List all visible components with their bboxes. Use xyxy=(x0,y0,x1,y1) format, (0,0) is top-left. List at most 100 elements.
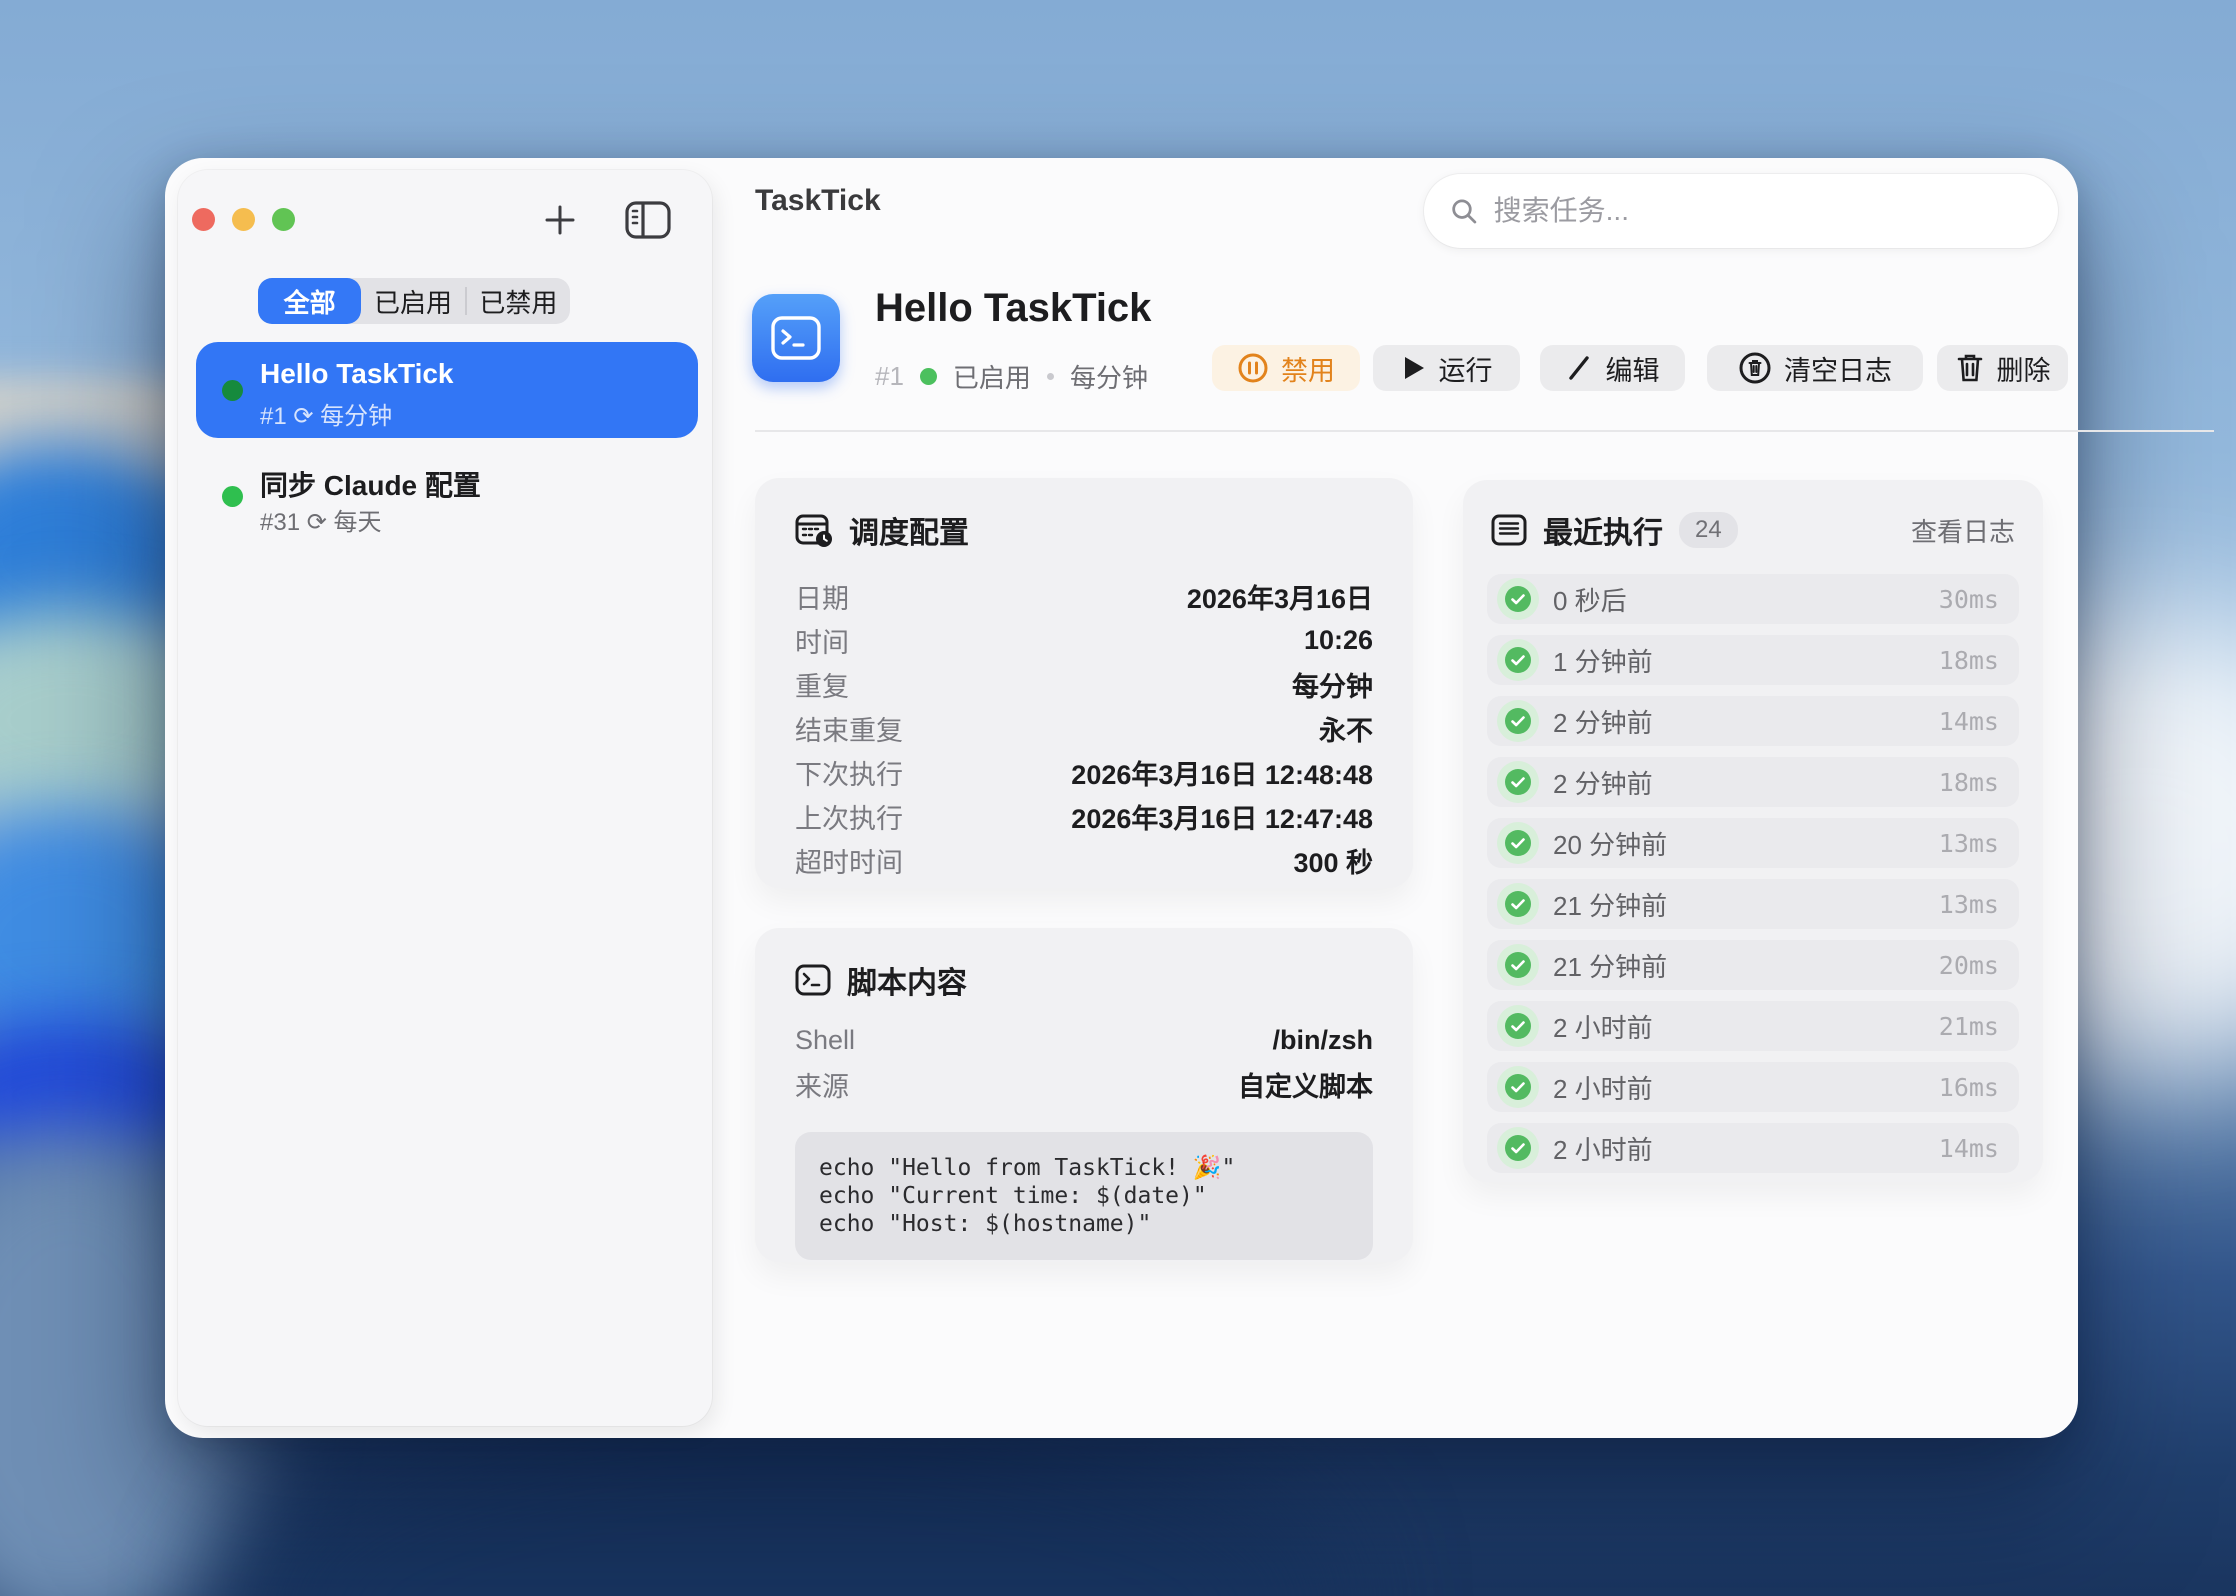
success-check-icon xyxy=(1497,639,1539,681)
task-list-item-sync-claude[interactable]: 同步 Claude 配置 #31 ⟳ 每天 xyxy=(196,448,698,544)
script-card-title: 脚本内容 xyxy=(847,958,967,1002)
execution-duration: 30ms xyxy=(1939,585,1999,614)
task-schedule: 每分钟 xyxy=(1070,358,1148,395)
tab-all[interactable]: 全部 xyxy=(258,278,361,324)
terminal-small-icon xyxy=(795,964,831,996)
add-task-button[interactable] xyxy=(538,200,582,240)
task-item-id: #31 xyxy=(260,509,300,536)
search-icon xyxy=(1450,196,1478,226)
success-check-icon xyxy=(1497,822,1539,864)
task-item-schedule: 每分钟 xyxy=(320,403,392,430)
script-code-block: echo "Hello from TaskTick! 🎉" echo "Curr… xyxy=(795,1132,1373,1260)
execution-duration: 16ms xyxy=(1939,1073,1999,1102)
trash-circle-icon xyxy=(1738,351,1772,385)
script-card: 脚本内容 Shell/bin/zsh 来源自定义脚本 echo "Hello f… xyxy=(755,928,1413,1262)
execution-duration: 20ms xyxy=(1939,951,1999,980)
row-label: 下次执行 xyxy=(795,753,903,792)
execution-row[interactable]: 2 小时前 14ms xyxy=(1487,1123,2019,1173)
edit-button-label: 编辑 xyxy=(1606,349,1660,388)
run-button-label: 运行 xyxy=(1439,349,1493,388)
toggle-sidebar-button[interactable] xyxy=(622,200,674,240)
execution-duration: 14ms xyxy=(1939,707,1999,736)
close-window-button[interactable] xyxy=(192,208,215,231)
task-title: Hello TaskTick xyxy=(875,286,1151,331)
execution-row[interactable]: 21 分钟前 20ms xyxy=(1487,940,2019,990)
view-logs-link[interactable]: 查看日志 xyxy=(1911,512,2015,549)
task-id: #1 xyxy=(875,361,904,392)
task-item-subtitle: #31 ⟳ 每天 xyxy=(260,502,382,537)
row-label: 时间 xyxy=(795,621,849,660)
delete-button[interactable]: 删除 xyxy=(1937,345,2068,391)
pause-circle-icon xyxy=(1237,352,1269,384)
edit-button[interactable]: 编辑 xyxy=(1540,345,1685,391)
row-value: 自定义脚本 xyxy=(1238,1065,1373,1104)
tab-enabled-label: 已启用 xyxy=(374,283,452,320)
execution-time: 2 小时前 xyxy=(1553,1069,1653,1106)
tab-all-label: 全部 xyxy=(284,283,336,320)
schedule-row: 日期2026年3月16日 xyxy=(795,574,1373,618)
schedule-card: 调度配置 日期2026年3月16日 时间10:26 重复每分钟 结束重复永不 下… xyxy=(755,478,1413,888)
task-meta: #1 已启用 每分钟 xyxy=(875,358,1148,395)
execution-row[interactable]: 1 分钟前 18ms xyxy=(1487,635,2019,685)
execution-time: 20 分钟前 xyxy=(1553,825,1667,862)
meta-separator xyxy=(1047,373,1054,380)
execution-row[interactable]: 2 小时前 16ms xyxy=(1487,1062,2019,1112)
success-check-icon xyxy=(1497,1066,1539,1108)
clear-logs-button[interactable]: 清空日志 xyxy=(1707,345,1923,391)
row-value: 每分钟 xyxy=(1292,665,1373,704)
pencil-icon xyxy=(1566,354,1594,382)
execution-row[interactable]: 21 分钟前 13ms xyxy=(1487,879,2019,929)
row-label: Shell xyxy=(795,1025,855,1056)
task-app-icon xyxy=(752,294,840,382)
schedule-row: 重复 每分钟 xyxy=(795,662,1373,706)
tab-enabled[interactable]: 已启用 xyxy=(361,278,464,324)
task-status: 已启用 xyxy=(953,358,1031,395)
execution-duration: 13ms xyxy=(1939,890,1999,919)
schedule-card-title: 调度配置 xyxy=(849,508,969,552)
row-value: 永不 xyxy=(1319,709,1373,748)
schedule-row: 超时时间300 秒 xyxy=(795,838,1373,882)
row-value: 2026年3月16日 12:48:48 xyxy=(1071,753,1373,792)
execution-time: 0 秒后 xyxy=(1553,581,1627,618)
success-check-icon xyxy=(1497,578,1539,620)
execution-row[interactable]: 2 小时前 21ms xyxy=(1487,1001,2019,1051)
executions-count-badge: 24 xyxy=(1679,512,1738,548)
success-check-icon xyxy=(1497,944,1539,986)
task-filter-segmented-control: 全部 已启用 已禁用 xyxy=(258,278,570,324)
schedule-row: 上次执行2026年3月16日 12:47:48 xyxy=(795,794,1373,838)
task-list-item-hello-tasktick[interactable]: Hello TaskTick #1 ⟳ 每分钟 xyxy=(196,342,698,438)
tab-disabled[interactable]: 已禁用 xyxy=(467,278,570,324)
disable-button-label: 禁用 xyxy=(1281,349,1335,388)
task-item-title: Hello TaskTick xyxy=(260,358,454,390)
task-item-id: #1 xyxy=(260,403,287,430)
execution-row[interactable]: 2 分钟前 18ms xyxy=(1487,757,2019,807)
execution-duration: 21ms xyxy=(1939,1012,1999,1041)
executions-card: 最近执行 24 查看日志 0 秒后 30ms 1 分钟前 18ms 2 分钟前 xyxy=(1463,480,2043,1182)
row-value: 10:26 xyxy=(1304,625,1373,656)
row-label: 日期 xyxy=(795,577,849,616)
repeat-icon: ⟳ xyxy=(307,509,327,536)
zoom-window-button[interactable] xyxy=(272,208,295,231)
script-card-header: 脚本内容 xyxy=(795,958,1373,1002)
execution-time: 2 小时前 xyxy=(1553,1008,1653,1045)
app-title: TaskTick xyxy=(755,184,881,218)
minimize-window-button[interactable] xyxy=(232,208,255,231)
calendar-clock-icon xyxy=(795,512,833,548)
execution-time: 1 分钟前 xyxy=(1553,642,1653,679)
execution-row[interactable]: 0 秒后 30ms xyxy=(1487,574,2019,624)
header-divider xyxy=(755,430,2214,432)
execution-duration: 18ms xyxy=(1939,646,1999,675)
execution-row[interactable]: 20 分钟前 13ms xyxy=(1487,818,2019,868)
search-input[interactable] xyxy=(1492,194,2032,228)
row-value: 2026年3月16日 12:47:48 xyxy=(1071,797,1373,836)
disable-button[interactable]: 禁用 xyxy=(1212,345,1360,391)
execution-time: 2 分钟前 xyxy=(1553,764,1653,801)
schedule-row: 下次执行 2026年3月16日 12:48:48 xyxy=(795,750,1373,794)
execution-row[interactable]: 2 分钟前 14ms xyxy=(1487,696,2019,746)
search-field[interactable] xyxy=(1424,174,2058,248)
run-button[interactable]: 运行 xyxy=(1373,345,1520,391)
execution-duration: 18ms xyxy=(1939,768,1999,797)
plus-icon xyxy=(543,203,577,237)
row-label: 重复 xyxy=(795,665,849,704)
sidebar-icon xyxy=(625,201,671,239)
